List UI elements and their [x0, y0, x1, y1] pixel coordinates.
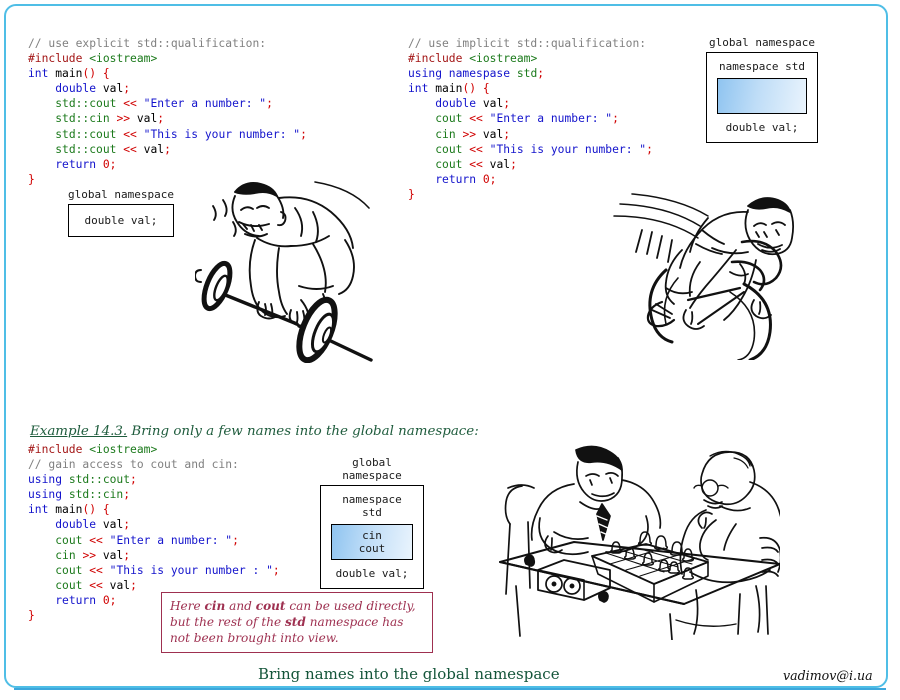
note-box: Here cin and cout can be used directly, …: [161, 592, 433, 653]
footer-email: vadimov@i.ua: [783, 668, 873, 683]
example-heading-lead: Example 14.3.: [30, 424, 128, 439]
diagram-variable: double val;: [725, 121, 799, 134]
diagram-std-label: namespace std: [342, 493, 402, 519]
code-comment-line: // use implicit std::qualification:: [408, 37, 647, 50]
diagram-global-box: namespace std cin cout double val;: [320, 485, 424, 589]
diagram-global-namespace-std-names: global namespace namespace std cin cout …: [320, 456, 424, 589]
footer-rule: [14, 688, 886, 690]
cyclist-illustration: [612, 192, 884, 360]
implicit-qualification-code: // use implicit std::qualification: #inc…: [408, 37, 653, 201]
diagram-std-label: namespace std: [718, 60, 806, 73]
code-comment-line: // use explicit std::qualification:: [28, 37, 267, 50]
explicit-qualification-code: // use explicit std::qualification: #inc…: [28, 37, 307, 186]
diagram-global-box: namespace std double val;: [706, 52, 818, 143]
diagram-std-item-cin: cin: [362, 529, 382, 542]
diagram-std-item-cout: cout: [358, 542, 386, 555]
diagram-label: global namespace: [709, 36, 815, 49]
diagram-global-box: double val;: [68, 204, 174, 237]
chess-players-illustration: [494, 444, 780, 640]
diagram-label: global namespace: [342, 456, 402, 482]
footer-title: Bring names into the global namespace: [258, 665, 560, 683]
diagram-global-namespace-simple: global namespace double val;: [68, 188, 174, 237]
diagram-std-box: cin cout: [331, 524, 413, 560]
diagram-variable: double val;: [84, 214, 158, 227]
example-heading-rest: Bring only a few names into the global n…: [127, 424, 479, 439]
weightlifter-illustration: [195, 178, 385, 363]
diagram-variable: double val;: [335, 567, 409, 580]
code-comment-line: // gain access to cout and cin:: [28, 458, 239, 472]
diagram-label: global namespace: [68, 188, 174, 201]
diagram-std-box: [717, 78, 807, 114]
diagram-global-namespace-std-empty: global namespace namespace std double va…: [706, 36, 818, 143]
example-heading: Example 14.3. Bring only a few names int…: [30, 424, 479, 439]
note-text: Here cin and cout can be used directly, …: [170, 599, 416, 645]
slide-root: // use explicit std::qualification: #inc…: [0, 0, 900, 700]
